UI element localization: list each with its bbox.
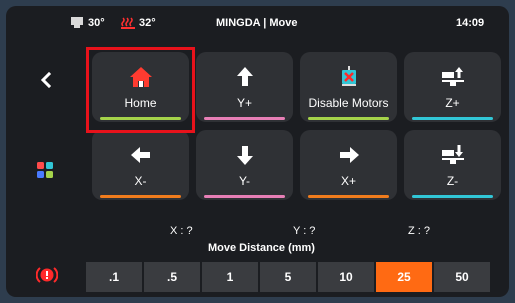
z-down-icon xyxy=(404,144,501,166)
disable-motors-button[interactable]: Disable Motors xyxy=(300,52,397,122)
chevron-left-icon xyxy=(40,71,52,89)
y-minus-button[interactable]: Y- xyxy=(196,130,293,200)
device-frame: 30° 32° MINGDA | Move 14:09 Home Y+ Disa… xyxy=(6,6,509,297)
home-label: Home xyxy=(124,96,157,110)
clock: 14:09 xyxy=(456,17,485,29)
disable-motors-label: Disable Motors xyxy=(308,96,389,110)
y-plus-label: Y+ xyxy=(236,96,252,110)
y-plus-accent-bar xyxy=(204,117,285,120)
arrow-down-icon xyxy=(196,144,293,166)
distance-option-1[interactable]: 1 xyxy=(202,262,258,292)
z-minus-accent-bar xyxy=(412,195,493,198)
alert-icon xyxy=(35,267,59,283)
nozzle-temp-value: 30° xyxy=(88,17,105,29)
bed-temp-value: 32° xyxy=(139,17,156,29)
x-plus-accent-bar xyxy=(308,195,389,198)
y-minus-label: Y- xyxy=(239,174,250,188)
z-minus-button[interactable]: Z- xyxy=(404,130,501,200)
home-button[interactable]: Home xyxy=(92,52,189,122)
x-plus-button[interactable]: X+ xyxy=(300,130,397,200)
distance-option-5[interactable]: 5 xyxy=(260,262,316,292)
z-minus-label: Z- xyxy=(446,174,459,188)
arrow-right-icon xyxy=(300,144,397,166)
x-position: X : ? xyxy=(170,225,193,237)
y-position: Y : ? xyxy=(293,225,316,237)
distance-selector: .1 .5 1 5 10 25 50 xyxy=(86,262,490,292)
disable-motors-accent-bar xyxy=(308,117,389,120)
y-plus-button[interactable]: Y+ xyxy=(196,52,293,122)
distance-option-0.1[interactable]: .1 xyxy=(86,262,142,292)
x-minus-label: X- xyxy=(134,174,147,188)
emergency-stop-button[interactable] xyxy=(35,266,59,284)
distance-option-0.5[interactable]: .5 xyxy=(144,262,200,292)
nozzle-temp: 30° xyxy=(70,12,105,34)
home-accent-bar xyxy=(100,117,181,120)
bed-heat-icon xyxy=(121,17,135,29)
menu-button[interactable] xyxy=(37,162,54,179)
z-up-icon xyxy=(404,66,501,88)
y-minus-accent-bar xyxy=(204,195,285,198)
arrow-up-icon xyxy=(196,66,293,88)
z-position: Z : ? xyxy=(408,225,431,237)
home-icon xyxy=(92,66,189,88)
z-plus-button[interactable]: Z+ xyxy=(404,52,501,122)
nozzle-temp-icon xyxy=(71,17,83,28)
z-plus-label: Z+ xyxy=(445,96,460,110)
back-button[interactable] xyxy=(38,71,54,89)
z-plus-accent-bar xyxy=(412,117,493,120)
move-screen: 30° 32° MINGDA | Move 14:09 Home Y+ Disa… xyxy=(20,12,503,292)
distance-option-10[interactable]: 10 xyxy=(318,262,374,292)
screen-title: MINGDA | Move xyxy=(216,17,298,29)
x-plus-label: X+ xyxy=(340,174,356,188)
x-minus-button[interactable]: X- xyxy=(92,130,189,200)
apps-grid-icon xyxy=(37,162,53,178)
arrow-left-icon xyxy=(92,144,189,166)
motor-off-icon xyxy=(300,66,397,88)
distance-option-50[interactable]: 50 xyxy=(434,262,490,292)
distance-option-25[interactable]: 25 xyxy=(376,262,432,292)
move-distance-title: Move Distance (mm) xyxy=(208,242,315,254)
x-minus-accent-bar xyxy=(100,195,181,198)
bed-temp: 32° xyxy=(121,12,156,34)
